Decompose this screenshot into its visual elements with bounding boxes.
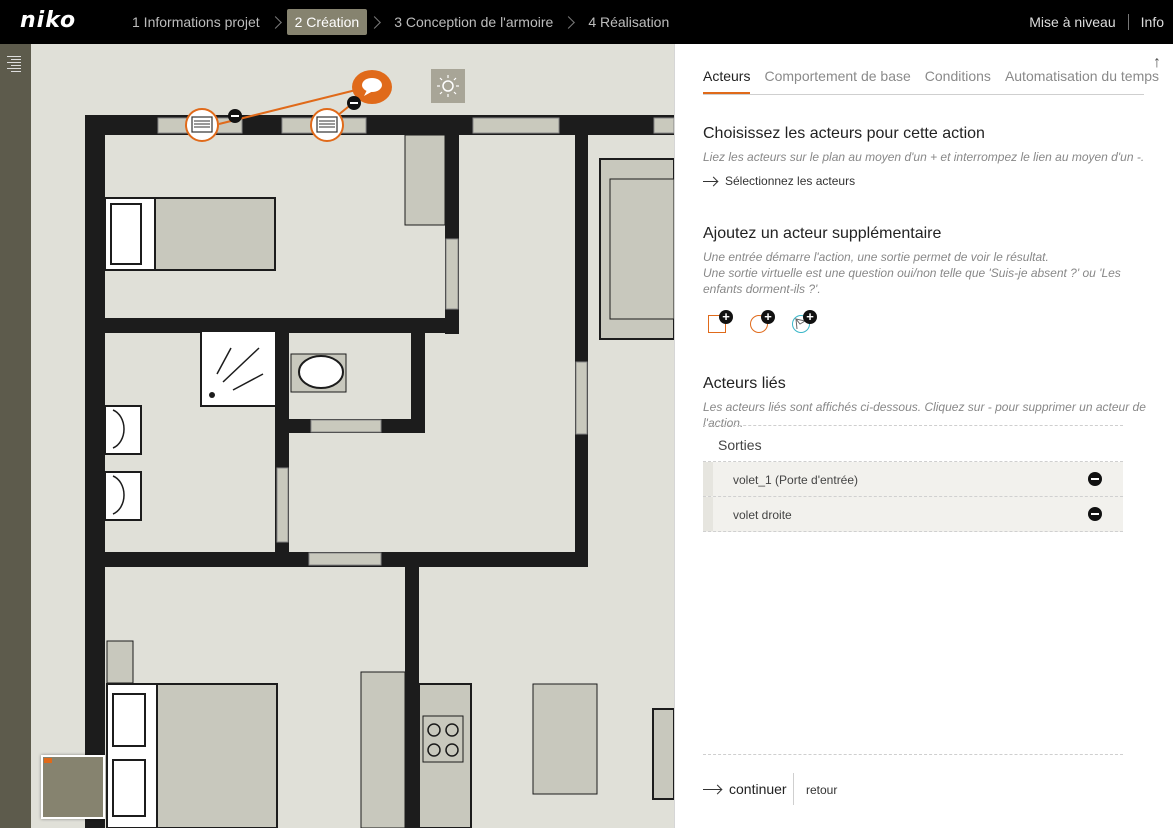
thumbnail-marker xyxy=(44,758,52,763)
outputs-group-header: Sorties xyxy=(703,425,1123,462)
upgrade-link[interactable]: Mise à niveau xyxy=(1029,14,1115,30)
shutter-actor-icon[interactable] xyxy=(185,108,219,142)
select-actors-label: Sélectionnez les acteurs xyxy=(725,174,856,188)
linked-actor-label: volet droite xyxy=(733,508,792,522)
choose-actors-title: Choisissez les acteurs pour cette action xyxy=(703,125,985,142)
left-toolbar xyxy=(0,44,31,828)
step-conception-armoire[interactable]: 3 Conception de l'armoire xyxy=(386,9,561,35)
top-bar: niko 1 Informations projet 2 Création 3 … xyxy=(0,0,1173,44)
linked-actors-list: Sorties volet_1 (Porte d'entrée) volet d… xyxy=(703,425,1123,532)
unlink-icon[interactable] xyxy=(347,96,361,110)
furniture xyxy=(104,134,674,828)
select-actors-link[interactable]: Sélectionnez les acteurs xyxy=(703,174,855,188)
list-item: volet_1 (Porte d'entrée) xyxy=(703,462,1123,497)
chevron-right-icon xyxy=(268,15,282,29)
tab-conditions[interactable]: Conditions xyxy=(925,66,991,94)
chevron-right-icon xyxy=(562,15,576,29)
step-informations-projet[interactable]: 1 Informations projet xyxy=(124,9,268,35)
linked-actor-label: volet_1 (Porte d'entrée) xyxy=(733,473,859,487)
linked-actors-title: Acteurs liés xyxy=(703,375,786,392)
floor-plan-canvas[interactable] xyxy=(31,44,674,828)
add-actor-hint-1: Une entrée démarre l'action, une sortie … xyxy=(703,250,1049,264)
arrow-right-icon xyxy=(703,788,721,790)
sun-icon[interactable] xyxy=(431,69,465,103)
add-virtual-output-icon[interactable]: + xyxy=(791,310,817,334)
add-input-icon[interactable]: + xyxy=(707,310,733,334)
divider xyxy=(793,773,794,805)
remove-actor-icon[interactable] xyxy=(1088,507,1102,521)
add-actor-icons: + + + xyxy=(707,310,817,334)
remove-actor-icon[interactable] xyxy=(1088,472,1102,486)
step-realisation[interactable]: 4 Réalisation xyxy=(580,9,677,35)
info-link[interactable]: Info xyxy=(1141,14,1164,30)
tab-comportement-de-base[interactable]: Comportement de base xyxy=(764,66,910,94)
tab-acteurs[interactable]: Acteurs xyxy=(703,66,751,94)
panel-footer: continuer retour xyxy=(703,754,1123,805)
tab-automatisation-du-temps[interactable]: Automatisation du temps xyxy=(1005,66,1159,94)
continue-label: continuer xyxy=(729,781,787,797)
add-output-icon[interactable]: + xyxy=(749,310,775,334)
actors-panel: ↑ Acteurs Comportement de base Condition… xyxy=(674,44,1173,828)
back-button[interactable]: retour xyxy=(806,783,837,797)
panel-tabs: Acteurs Comportement de base Conditions … xyxy=(703,66,1159,95)
continue-button[interactable]: continuer xyxy=(703,781,787,797)
niko-logo[interactable]: niko xyxy=(20,8,76,33)
plan-thumbnail[interactable] xyxy=(41,755,105,819)
add-actor-title: Ajoutez un acteur supplémentaire xyxy=(703,225,942,242)
step-creation[interactable]: 2 Création xyxy=(286,9,368,35)
choose-actors-hint: Liez les acteurs sur le plan au moyen d'… xyxy=(703,150,1145,164)
arrow-right-icon xyxy=(703,180,717,182)
chevron-right-icon xyxy=(368,15,382,29)
unlink-icon[interactable] xyxy=(228,109,242,123)
floor-plan xyxy=(85,69,674,828)
shutter-actor-icon[interactable] xyxy=(310,108,344,142)
add-actor-hint-2: Une sortie virtuelle est une question ou… xyxy=(703,266,1121,280)
divider xyxy=(1127,14,1129,30)
wizard-steps: 1 Informations projet 2 Création 3 Conce… xyxy=(124,8,677,36)
menu-icon[interactable] xyxy=(7,56,21,74)
list-item: volet droite xyxy=(703,497,1123,532)
add-actor-hint-3: enfants dorment-ils ?'. xyxy=(703,282,821,296)
top-right-links: Mise à niveau Info xyxy=(1029,0,1173,44)
